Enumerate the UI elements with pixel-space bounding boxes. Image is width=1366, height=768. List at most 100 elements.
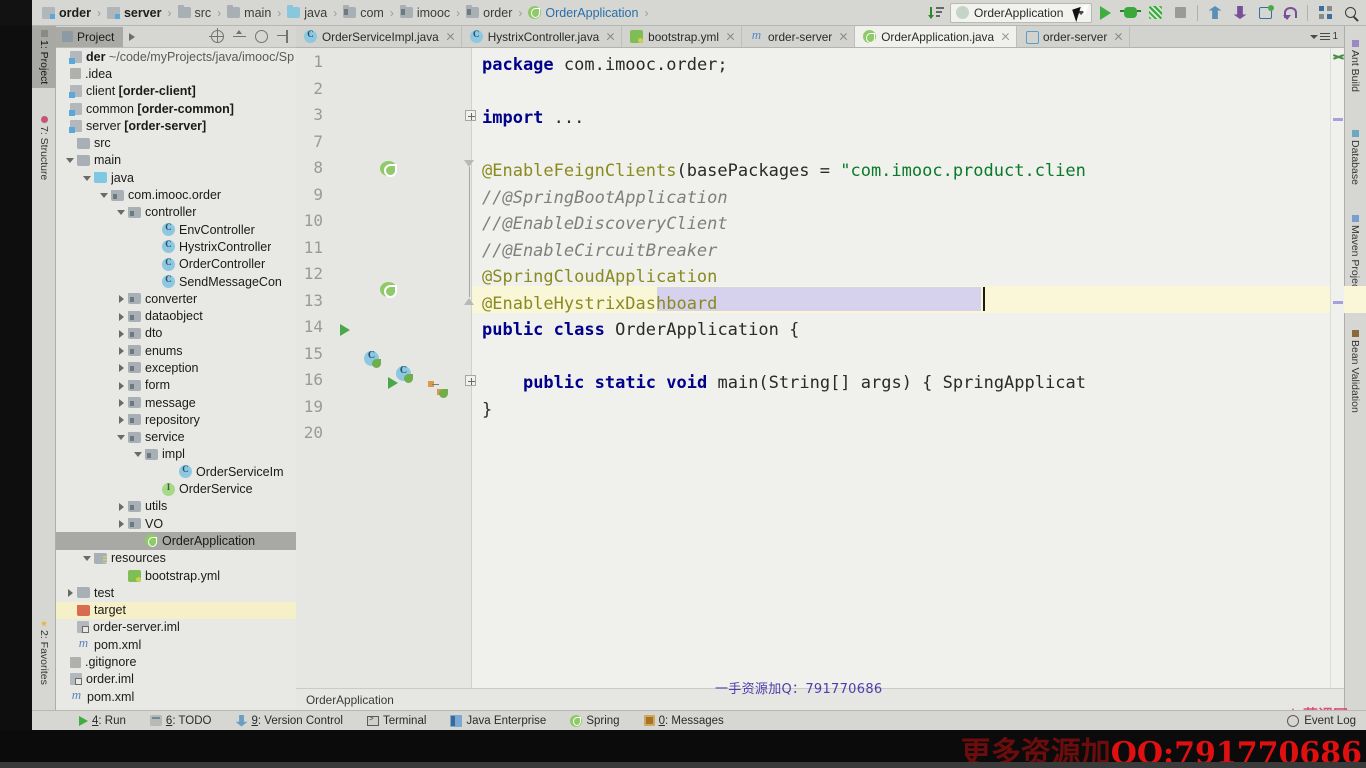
code-content[interactable]: package com.imooc.order; import ... @Enabl… bbox=[472, 48, 1366, 688]
tree-item[interactable]: OrderController bbox=[56, 256, 296, 273]
status-bar-javaenterprise[interactable]: Java Enterprise bbox=[438, 711, 558, 731]
editor-tab-order-server[interactable]: order-server bbox=[741, 26, 856, 47]
tree-expand-arrow[interactable] bbox=[99, 190, 110, 201]
tree-item[interactable]: message bbox=[56, 394, 296, 411]
fold-method-icon[interactable] bbox=[465, 375, 476, 386]
tree-item[interactable]: resources bbox=[56, 550, 296, 567]
tree-expand-arrow[interactable] bbox=[116, 345, 127, 356]
tree-expand-arrow[interactable] bbox=[116, 328, 127, 339]
tree-item[interactable]: EnvController bbox=[56, 221, 296, 238]
collapse-icon[interactable] bbox=[233, 30, 246, 43]
tree-expand-arrow[interactable] bbox=[116, 397, 127, 408]
stripe-mark[interactable] bbox=[1333, 301, 1343, 304]
tree-item[interactable]: VO bbox=[56, 515, 296, 532]
tree-item[interactable]: OrderApplication bbox=[56, 532, 296, 550]
editor-tab-orderserviceimpl-java[interactable]: OrderServiceImpl.java bbox=[296, 26, 462, 47]
commit-button[interactable] bbox=[1228, 2, 1252, 24]
tree-item[interactable]: dto bbox=[56, 325, 296, 342]
inspection-status-icon[interactable] bbox=[1333, 52, 1344, 63]
close-icon[interactable] bbox=[839, 32, 848, 41]
tree-item[interactable]: target bbox=[56, 601, 296, 619]
breadcrumb-item-order[interactable]: order bbox=[42, 6, 91, 20]
tree-item[interactable]: server [order-server] bbox=[56, 117, 296, 134]
status-bar-right[interactable]: Event Log bbox=[1287, 714, 1366, 727]
update-project-button[interactable] bbox=[1203, 2, 1227, 24]
tree-expand-arrow[interactable] bbox=[116, 311, 127, 322]
tree-item[interactable]: form bbox=[56, 377, 296, 394]
project-tab[interactable]: Project bbox=[56, 26, 124, 47]
rollback-button[interactable] bbox=[1278, 2, 1302, 24]
tree-expand-arrow[interactable] bbox=[116, 501, 127, 512]
tree-expand-arrow[interactable] bbox=[65, 587, 76, 598]
tree-item[interactable]: pom.xml bbox=[56, 635, 296, 653]
stop-button[interactable] bbox=[1168, 2, 1192, 24]
tree-item[interactable]: common [order-common] bbox=[56, 100, 296, 117]
tree-expand-arrow[interactable] bbox=[116, 518, 127, 529]
sort-icon[interactable] bbox=[925, 2, 949, 24]
close-icon[interactable] bbox=[1114, 32, 1123, 41]
breadcrumb-item-imooc[interactable]: imooc bbox=[399, 5, 450, 20]
tree-expand-arrow[interactable] bbox=[65, 155, 76, 166]
run-class-gutter-icon[interactable] bbox=[340, 324, 350, 336]
chevron-right-icon[interactable] bbox=[129, 32, 136, 41]
breadcrumb-item-server[interactable]: server bbox=[106, 6, 162, 20]
breadcrumb-item-order[interactable]: order bbox=[466, 5, 512, 20]
fold-region-start-icon[interactable] bbox=[464, 160, 475, 167]
fold-region-end-icon[interactable] bbox=[464, 298, 475, 305]
tree-item[interactable]: utils bbox=[56, 498, 296, 515]
status-bar-terminal[interactable]: Terminal bbox=[355, 711, 438, 731]
tree-expand-arrow[interactable] bbox=[116, 362, 127, 373]
close-icon[interactable] bbox=[726, 32, 735, 41]
breadcrumb-item-java[interactable]: java bbox=[287, 5, 327, 20]
debug-button[interactable] bbox=[1118, 2, 1142, 24]
run-configuration-selector[interactable]: OrderApplication bbox=[950, 2, 1092, 23]
target-icon[interactable] bbox=[209, 28, 224, 43]
status-bar-messages[interactable]: 0: Messages bbox=[632, 711, 736, 731]
run-with-coverage-button[interactable] bbox=[1143, 2, 1167, 24]
tree-item[interactable]: .gitignore bbox=[56, 653, 296, 670]
breadcrumb-item-src[interactable]: src bbox=[177, 5, 211, 20]
tree-item[interactable]: enums bbox=[56, 342, 296, 359]
tree-item[interactable]: HystrixController bbox=[56, 238, 296, 255]
tree-item[interactable]: src bbox=[56, 134, 296, 151]
project-tree[interactable]: der ~/code/myProjects/java/imooc/Sp .idea… bbox=[56, 48, 296, 716]
spring-bean-gutter-icon[interactable] bbox=[380, 161, 397, 177]
tree-expand-arrow[interactable] bbox=[116, 207, 127, 218]
spring-bean-gutter-icon[interactable] bbox=[396, 365, 413, 383]
status-bar-versioncontrol[interactable]: 9: Version Control bbox=[224, 711, 355, 731]
status-bar-spring[interactable]: Spring bbox=[558, 711, 631, 731]
tree-expand-arrow[interactable] bbox=[82, 553, 93, 564]
tree-item[interactable]: client [order-client] bbox=[56, 83, 296, 100]
run-button[interactable] bbox=[1093, 2, 1117, 24]
tree-item[interactable]: OrderService bbox=[56, 480, 296, 497]
editor-tab-bootstrap-yml[interactable]: bootstrap.yml bbox=[622, 26, 742, 47]
tool-window-button-favorites[interactable]: 2: Favorites bbox=[32, 616, 56, 689]
code-editor[interactable]: 123789101112131415161920 package com.imo… bbox=[296, 48, 1366, 688]
spring-bean-gutter-icon[interactable] bbox=[380, 282, 397, 298]
editor-tab-order-server[interactable]: order-server bbox=[1017, 26, 1131, 47]
run-method-gutter-icon[interactable] bbox=[388, 377, 398, 389]
breadcrumb-item-com[interactable]: com bbox=[343, 5, 384, 20]
tree-item[interactable]: impl bbox=[56, 446, 296, 463]
tree-item[interactable]: dataobject bbox=[56, 307, 296, 324]
tree-expand-arrow[interactable] bbox=[116, 414, 127, 425]
show-history-button[interactable] bbox=[1253, 2, 1277, 24]
spring-class-gutter-icon[interactable] bbox=[364, 350, 381, 368]
error-stripe[interactable] bbox=[1330, 48, 1344, 688]
tree-item[interactable]: pom.xml bbox=[56, 687, 296, 705]
hide-icon[interactable] bbox=[277, 30, 290, 43]
status-bar-todo[interactable]: 6: TODO bbox=[138, 711, 224, 731]
tool-window-button-project[interactable]: 1: Project bbox=[32, 26, 56, 89]
tree-expand-arrow[interactable] bbox=[116, 293, 127, 304]
tree-expand-arrow[interactable] bbox=[82, 172, 93, 183]
tree-item[interactable]: exception bbox=[56, 359, 296, 376]
tool-window-button-structure[interactable]: 7: Structure bbox=[32, 112, 56, 184]
tree-item[interactable]: order.iml bbox=[56, 671, 296, 688]
tree-expand-arrow[interactable] bbox=[116, 432, 127, 443]
close-icon[interactable] bbox=[446, 32, 455, 41]
close-icon[interactable] bbox=[1001, 32, 1010, 41]
breadcrumb-item-orderapplication[interactable]: OrderApplication bbox=[528, 6, 638, 20]
tree-item[interactable]: bootstrap.yml bbox=[56, 567, 296, 584]
breadcrumb-item-main[interactable]: main bbox=[227, 5, 271, 20]
editor-gutter[interactable]: 1 2 3 7 8 9 10 11 12 13 14 15 16 19 20 bbox=[296, 48, 472, 688]
